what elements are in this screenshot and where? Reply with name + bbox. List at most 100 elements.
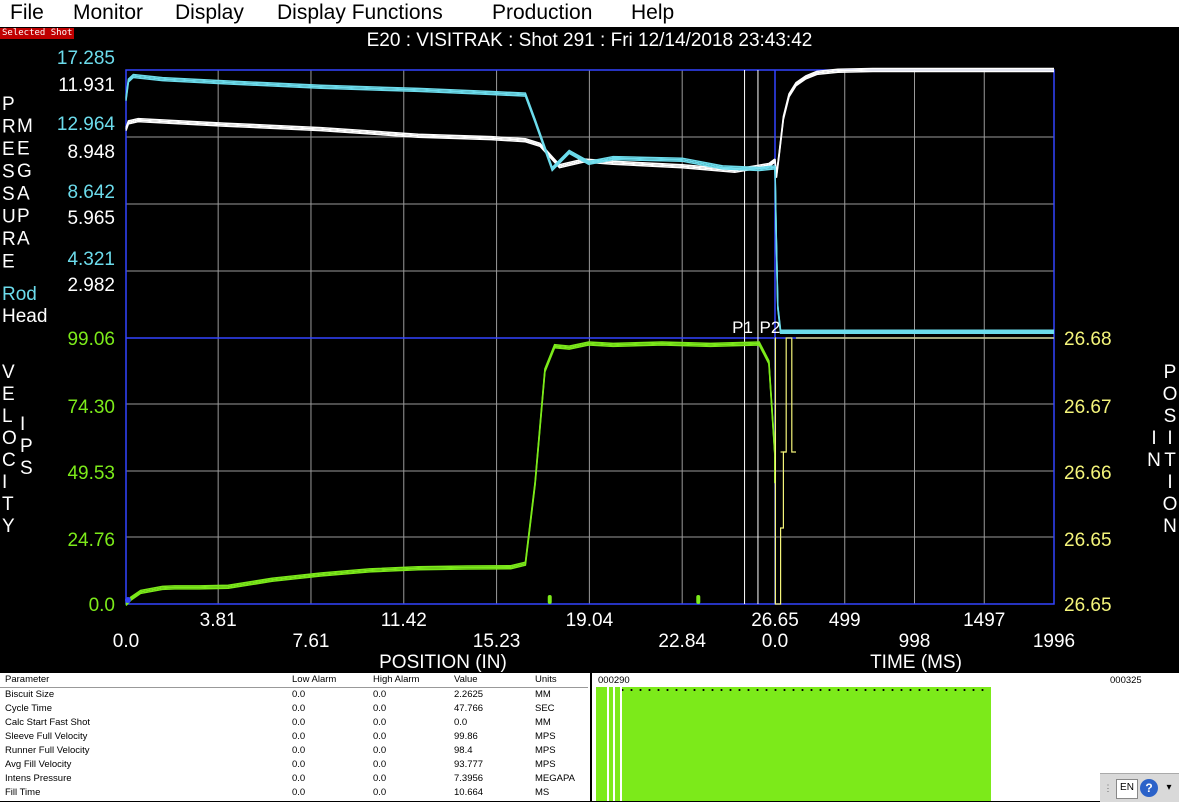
position-axis-letter: I (1167, 428, 1172, 449)
table-row[interactable]: Biscuit Size 0.0 0.0 2.2625 MM (0, 688, 588, 703)
table-cell: SEC (535, 703, 555, 714)
table-cell: Fill Time (5, 787, 41, 798)
pressure-axis-letter: R (2, 229, 16, 250)
column-header-value[interactable]: Value (449, 673, 530, 688)
megapa-axis-letter: M (17, 116, 33, 137)
shot-markers (618, 689, 988, 691)
megapa-axis-letter: A (17, 229, 30, 250)
x-axis-label-position: POSITION (IN) (379, 652, 507, 673)
time-tick-label: 0.0 (762, 631, 788, 652)
table-cell: 0.0 (292, 717, 306, 728)
velocity-line-overlay (125, 342, 776, 605)
position-tick-label-x: 11.42 (381, 610, 427, 631)
help-icon[interactable]: ? (1140, 779, 1158, 797)
position-axis-letter: O (1163, 494, 1178, 515)
table-cell: 0.0 (292, 689, 306, 700)
language-indicator[interactable]: EN (1116, 779, 1138, 799)
table-cell: 0.0 (373, 759, 387, 770)
column-header-parameter[interactable]: Parameter (0, 673, 287, 688)
table-row[interactable]: Cycle Time 0.0 0.0 47.766 SEC (0, 702, 588, 716)
velocity-event-marker (547, 595, 552, 604)
parameter-table-body: Biscuit Size 0.0 0.0 2.2625 MM Cycle Time 0.0 0… (0, 688, 588, 801)
pressure-axis-letter: R (2, 117, 16, 138)
table-cell: Calc Start Fast Shot (5, 717, 91, 728)
table-cell: 47.766 (454, 703, 484, 714)
table-row[interactable]: Runner Full Velocity 0.0 0.0 98.4 MPS (0, 744, 588, 758)
velocity-axis-letter: L (2, 406, 13, 427)
table-cell: MM (535, 717, 551, 728)
table-cell: 98.4 (454, 745, 473, 756)
position-axis-letter: T (1164, 450, 1176, 471)
position-axis-letter: O (1163, 384, 1178, 405)
table-row[interactable]: Intens Pressure 0.0 0.0 7.3956 MEGAPA (0, 772, 588, 786)
ips-axis-letter: P (20, 436, 33, 457)
velocity-tick-label: 74.30 (67, 397, 115, 418)
position-axis-letter: N (1163, 516, 1177, 537)
table-cell: 0.0 (373, 745, 387, 756)
shot-history-panel[interactable]: 000290 000325 (592, 673, 1179, 801)
table-row[interactable]: Sleeve Full Velocity 0.0 0.0 99.86 MPS (0, 730, 588, 744)
velocity-tick-label: 49.53 (67, 463, 115, 484)
velocity-tick-label: 99.06 (67, 329, 115, 350)
time-tick-label: 1497 (963, 610, 1005, 631)
rod-tick-label: 12.964 (57, 114, 116, 135)
pressure-axis-letter: E (2, 139, 15, 160)
table-cell: MPS (535, 759, 556, 770)
megapa-axis-letter: A (17, 184, 30, 205)
chart-grid (125, 70, 1054, 604)
table-cell: 0.0 (292, 703, 306, 714)
table-row[interactable]: Fill Time 0.0 0.0 10.664 MS (0, 786, 588, 800)
position-axis-letter: S (1164, 406, 1177, 427)
table-cell: Cycle Time (5, 703, 52, 714)
velocity-axis-letter: T (2, 494, 14, 515)
position-tick-label-x: 26.65 (751, 610, 799, 631)
position-tick-label-x: 22.84 (658, 631, 706, 652)
shot-history-bar[interactable] (596, 687, 991, 801)
table-cell: Sleeve Full Velocity (5, 731, 88, 742)
velocity-axis-letter: E (2, 384, 15, 405)
velocity-tick-label: 0.0 (89, 595, 115, 616)
table-row[interactable]: Avg Fill Velocity 0.0 0.0 93.777 MPS (0, 758, 588, 772)
table-cell: 10.664 (454, 787, 484, 798)
table-cell: Biscuit Size (5, 689, 55, 700)
position-tick-label: 26.66 (1064, 463, 1112, 484)
column-header-low-alarm[interactable]: Low Alarm (287, 673, 368, 688)
time-tick-label: 1996 (1033, 631, 1075, 652)
rod-tick-label: 17.285 (57, 48, 115, 69)
position-tick-label: 26.65 (1064, 595, 1112, 616)
velocity-axis-letter: O (2, 428, 17, 449)
position-axis-letter: P (1164, 362, 1177, 383)
tray-grip-icon[interactable]: ⋮ (1103, 779, 1113, 797)
position-tick-label-x: 19.04 (566, 610, 614, 631)
table-cell: MPS (535, 731, 556, 742)
table-cell: MS (535, 787, 550, 798)
pressure-axis-letter: S (2, 162, 15, 183)
in-axis-letter: N (1147, 450, 1161, 471)
column-header-high-alarm[interactable]: High Alarm (368, 673, 449, 688)
tray-arrow-icon[interactable]: ▾ (1162, 779, 1176, 797)
marker-label-p2: P2 (760, 318, 781, 337)
table-cell: 7.3956 (454, 773, 484, 784)
velocity-line (125, 341, 776, 604)
head-tick-label: 2.982 (67, 275, 115, 296)
rod-pressure-line-position (125, 73, 776, 169)
shot-marker-tick (607, 687, 609, 801)
table-cell: 0.0 (292, 745, 306, 756)
table-cell: 0.0 (292, 773, 306, 784)
table-row[interactable]: Calc Start Fast Shot 0.0 0.0 0.0 MM (0, 716, 588, 730)
position-tick-label: 26.65 (1064, 530, 1112, 551)
column-header-units[interactable]: Units (530, 673, 588, 688)
position-tick-label: 26.68 (1064, 329, 1112, 350)
table-cell: 0.0 (292, 787, 306, 798)
shot-range-end: 000325 (1110, 675, 1142, 686)
legend-rod: Rod (2, 284, 37, 305)
position-tick-label-x: 7.61 (292, 631, 329, 652)
position-tick-label-x: 0.0 (113, 631, 139, 652)
chart-area: 17.285 12.964 8.642 4.321 11.931 8.948 5.965 2.… (2, 48, 1178, 673)
ips-axis-letter: I (20, 414, 25, 435)
in-axis-letter: I (1151, 428, 1156, 449)
shot-marker-tick (620, 687, 622, 801)
table-cell: 99.86 (454, 731, 478, 742)
time-tick-label: 499 (829, 610, 861, 631)
pressure-axis-letter: E (2, 252, 15, 273)
